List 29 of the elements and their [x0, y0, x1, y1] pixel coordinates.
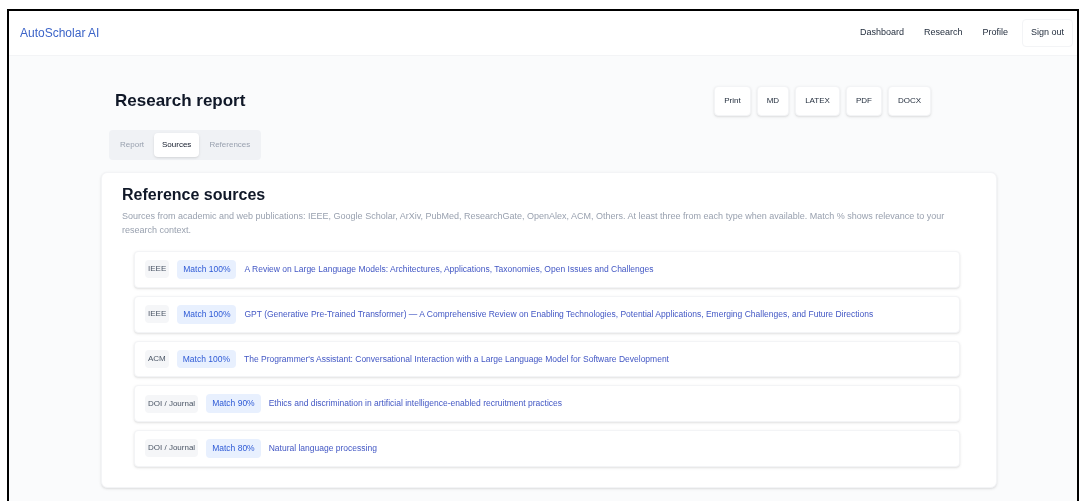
source-link[interactable]: Ethics and discrimination in artificial intelligence-enabled recruitment practices [268, 397, 563, 410]
export-button[interactable]: DOCX [887, 86, 931, 116]
source-link[interactable]: Natural language processing [268, 442, 377, 455]
source-type: DOI / Journal [145, 394, 199, 413]
source-type: ACM [145, 349, 169, 368]
page-title: Research report [115, 90, 246, 113]
export-button[interactable]: LATEX [795, 86, 840, 116]
sign-out-button[interactable]: Sign out [1021, 19, 1073, 47]
source-type: IEEE [145, 305, 170, 324]
tab[interactable]: Sources [154, 133, 200, 157]
nav-link[interactable]: Research [917, 20, 969, 46]
brand-logo[interactable]: AutoScholar AI [20, 24, 100, 42]
nav-link[interactable]: Dashboard [853, 20, 910, 46]
source-type: DOI / Journal [145, 439, 199, 458]
match-badge: Match 100% [177, 260, 237, 279]
source-link[interactable]: GPT (Generative Pre-Trained Transformer) — A Comprehensive Review on Enabling Technologies, Potential Applications, Emerging Challenges, and Future Directions [244, 307, 874, 321]
match-badge: Match 90% [206, 394, 261, 413]
card-description: Sources from academic and web publications: IEEE, Google Scholar, ArXiv, PubMed, ResearchGate, OpenAlex, ACM, Others. At least three from each type when available. Match % shows relevance to your research context. [122, 210, 946, 237]
nav-link[interactable]: Profile [976, 20, 1014, 46]
export-button[interactable]: PDF [845, 86, 882, 116]
export-button[interactable]: Print [714, 86, 751, 116]
source-link[interactable]: The Programmer's Assistant: Conversational Interaction with a Large Language Model for Software Development [244, 352, 669, 366]
match-badge: Match 100% [177, 304, 237, 324]
source-type: IEEE [145, 260, 170, 279]
export-button[interactable]: MD [756, 86, 790, 116]
card-title: Reference sources [122, 185, 267, 205]
source-link[interactable]: A Review on Large Language Models: Architectures, Applications, Taxonomies, Open Issues and Challenges [244, 263, 654, 276]
match-badge: Match 100% [176, 349, 237, 369]
match-badge: Match 80% [206, 439, 261, 458]
